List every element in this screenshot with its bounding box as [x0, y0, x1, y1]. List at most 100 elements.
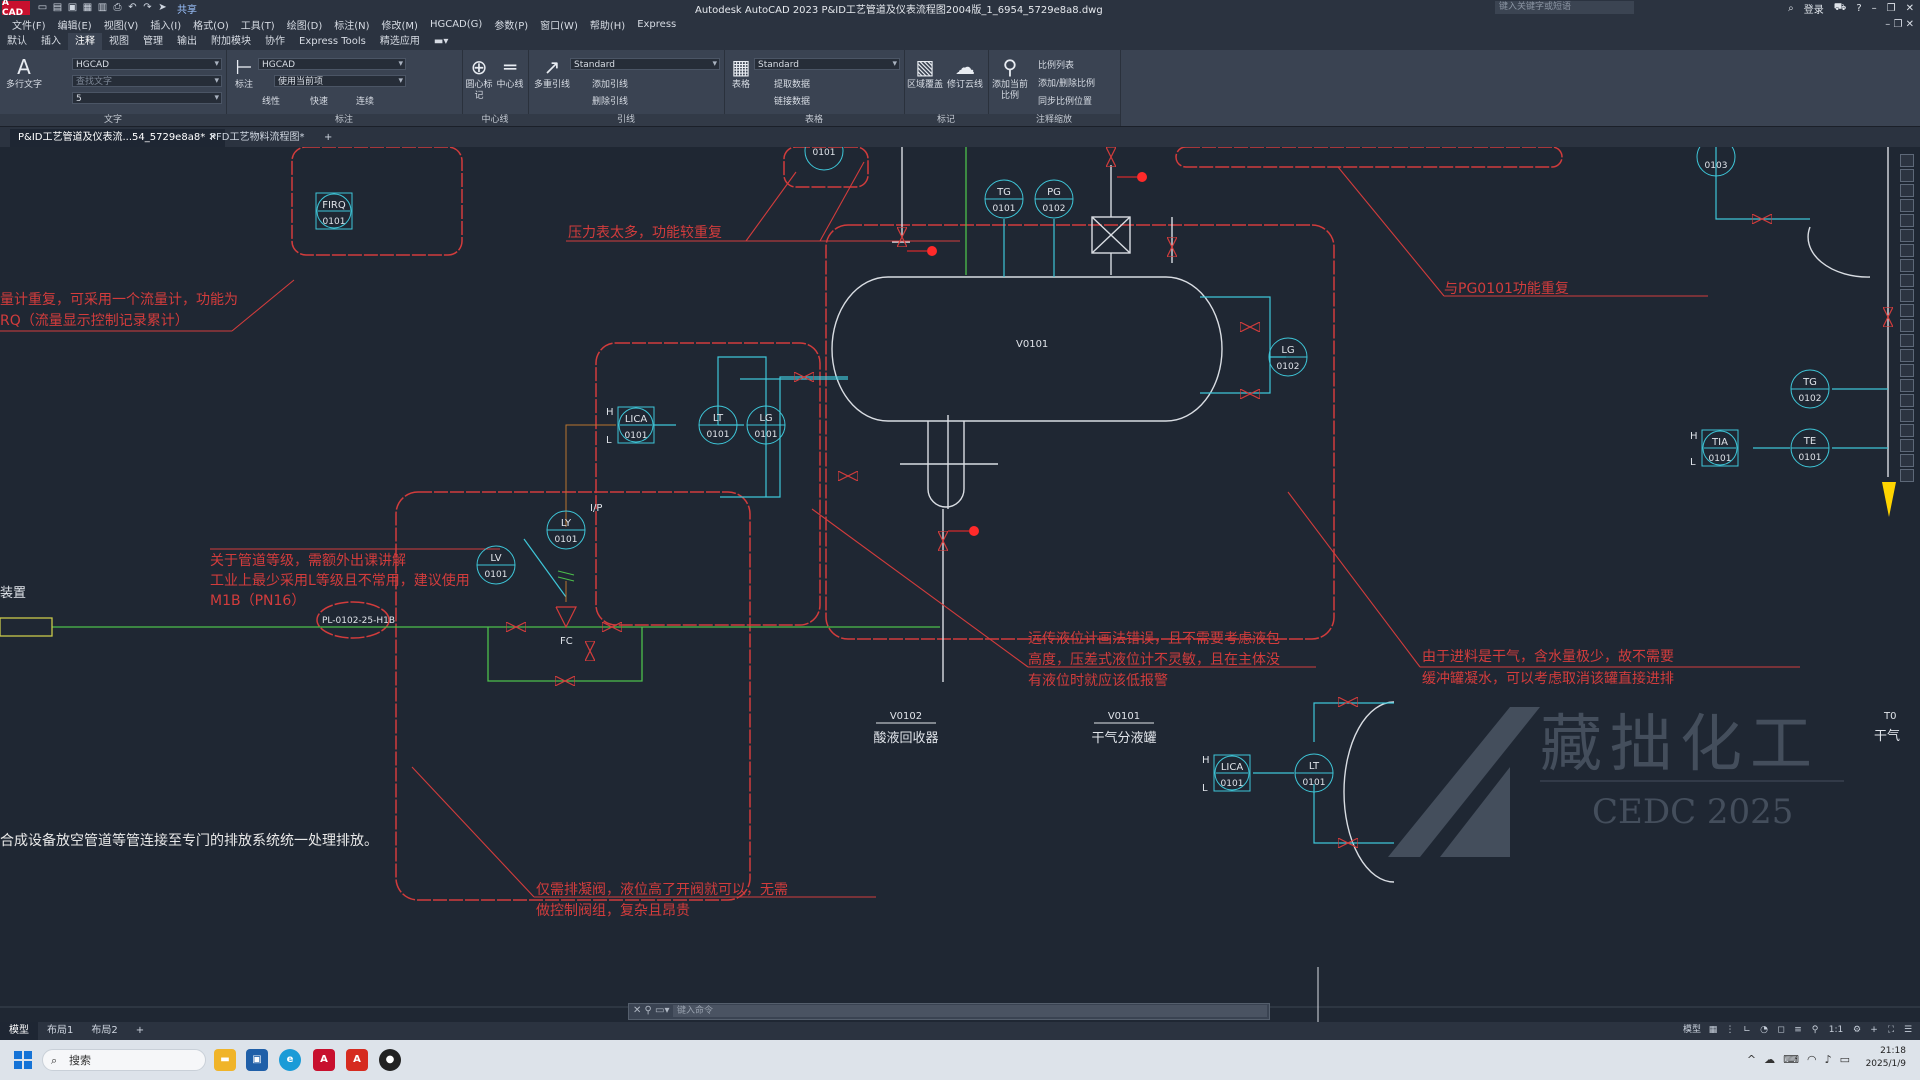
add-leader-button[interactable]: 添加引线: [592, 77, 628, 90]
center-mark-button[interactable]: ⊕ 圆心标记: [464, 56, 494, 102]
valve-3[interactable]: [1240, 322, 1260, 332]
cloud-icon[interactable]: ☁: [1764, 1053, 1775, 1066]
command-input[interactable]: 键入命令: [673, 1005, 1267, 1017]
tab-insert[interactable]: 插入: [34, 33, 68, 50]
nav-tool-icon[interactable]: [1900, 199, 1914, 212]
autocad-taskbar-icon[interactable]: A: [313, 1049, 335, 1071]
tab-output[interactable]: 输出: [170, 33, 204, 50]
chevron-up-icon[interactable]: ^: [1747, 1053, 1756, 1066]
saveas-icon[interactable]: ▦: [81, 2, 94, 14]
recorder-icon[interactable]: ●: [379, 1049, 401, 1071]
wifi-icon[interactable]: ◠: [1807, 1053, 1817, 1066]
volume-icon[interactable]: ♪: [1825, 1053, 1832, 1066]
edge-icon[interactable]: e: [279, 1049, 301, 1071]
add-delete-scale-button[interactable]: 添加/删除比例: [1038, 76, 1095, 89]
close-icon[interactable]: ✕: [1906, 3, 1914, 14]
nav-tool-icon[interactable]: [1900, 469, 1914, 482]
table-button[interactable]: ▦ 表格: [726, 56, 756, 91]
centerline-group-label[interactable]: 中心线: [462, 114, 528, 126]
nav-tool-icon[interactable]: [1900, 454, 1914, 467]
menu-view[interactable]: 视图(V): [104, 17, 139, 32]
link-data-button[interactable]: 链接数据: [774, 94, 810, 107]
valve-15[interactable]: [585, 641, 595, 661]
dimension-button[interactable]: ⊢ 标注: [230, 56, 258, 91]
instrument-lica-0101-b[interactable]: LICA 0101: [1213, 754, 1251, 792]
annotation-icon[interactable]: ⚲: [1809, 1025, 1821, 1036]
nav-tool-icon[interactable]: [1900, 214, 1914, 227]
tab-model[interactable]: 模型: [0, 1022, 38, 1040]
tab-featured-apps[interactable]: 精选应用: [373, 33, 427, 50]
text-height-select[interactable]: 5: [72, 92, 222, 104]
annotation-scale-group-label[interactable]: 注释缩放: [988, 114, 1120, 126]
restore-icon[interactable]: ❐: [1887, 3, 1896, 14]
linear-button[interactable]: 线性: [262, 94, 280, 107]
nav-tool-icon[interactable]: [1900, 274, 1914, 287]
menu-format[interactable]: 格式(O): [193, 17, 229, 32]
tab-layout-2[interactable]: 布局2: [82, 1022, 126, 1040]
help-search-input[interactable]: 键入关键字或短语: [1495, 1, 1634, 14]
open-icon[interactable]: ▤: [51, 2, 64, 14]
nav-tool-icon[interactable]: [1900, 424, 1914, 437]
instrument-tia-0101[interactable]: TIA 0101: [1701, 429, 1739, 467]
menu-window[interactable]: 窗口(W): [540, 17, 578, 32]
keyboard-icon[interactable]: ⌨: [1783, 1053, 1799, 1066]
nav-tool-icon[interactable]: [1900, 304, 1914, 317]
instrument-firq-0101[interactable]: FIRQ 0101: [315, 192, 353, 230]
command-line-buttons[interactable]: ✕ ⚲ ▭▾: [633, 1004, 670, 1018]
valve-2[interactable]: [838, 471, 858, 481]
instrument-lv-0101[interactable]: LV 0101: [476, 545, 516, 585]
battery-icon[interactable]: ▭: [1840, 1053, 1850, 1066]
menu-dimension[interactable]: 标注(N): [334, 17, 369, 32]
nav-tool-icon[interactable]: [1900, 289, 1914, 302]
leader-group-label[interactable]: 引线: [528, 114, 724, 126]
instrument-pg-0102[interactable]: PG 0102: [1034, 179, 1074, 219]
wipeout-button[interactable]: ▧ 区域覆盖: [906, 56, 944, 91]
valve-8[interactable]: [1338, 697, 1358, 707]
nav-tool-icon[interactable]: [1900, 229, 1914, 242]
cart-icon[interactable]: ⛟: [1834, 2, 1847, 15]
grid-icon[interactable]: ▦: [1707, 1025, 1719, 1036]
gear-icon[interactable]: ⚙: [1851, 1025, 1863, 1036]
valve-4[interactable]: [1240, 389, 1260, 399]
dim-layer-select[interactable]: 使用当前项: [274, 75, 406, 87]
menu-tools[interactable]: 工具(T): [241, 17, 275, 32]
quick-dim-button[interactable]: 快速: [310, 94, 328, 107]
doc-window-controls[interactable]: – ❐ ✕: [1885, 19, 1914, 30]
add-current-scale-button[interactable]: ⚲ 添加当前比例: [990, 56, 1030, 102]
tab-collaborate[interactable]: 协作: [258, 33, 292, 50]
minimize-icon[interactable]: –: [1872, 3, 1877, 14]
instrument-te-0101[interactable]: TE 0101: [1790, 428, 1830, 468]
osnap-icon[interactable]: ◻: [1775, 1025, 1787, 1036]
windows-start-icon[interactable]: [14, 1051, 32, 1069]
menu-edit[interactable]: 编辑(E): [58, 17, 92, 32]
menu-hgcad[interactable]: HGCAD(G): [430, 19, 482, 30]
text-style-select[interactable]: HGCAD: [72, 58, 222, 70]
nav-tool-icon[interactable]: [1900, 349, 1914, 362]
find-text-input[interactable]: 查找文字: [72, 75, 222, 87]
sync-scale-button[interactable]: 同步比例位置: [1038, 94, 1092, 107]
snap-icon[interactable]: ⋮: [1724, 1025, 1736, 1036]
scale-list-button[interactable]: 比例列表: [1038, 58, 1074, 71]
tab-express-tools[interactable]: Express Tools: [292, 33, 373, 50]
undo-icon[interactable]: ↶: [126, 2, 139, 14]
menu-modify[interactable]: 修改(M): [382, 17, 418, 32]
print-icon[interactable]: ⎙: [111, 2, 124, 14]
centerline-button[interactable]: ═ 中心线: [494, 56, 526, 91]
menu-file[interactable]: 文件(F): [12, 17, 46, 32]
menu-insert[interactable]: 插入(I): [150, 17, 181, 32]
nav-tool-icon[interactable]: [1900, 379, 1914, 392]
doc-tab-pid[interactable]: P&ID工艺管道及仪表流...54_5729e8a8* ✕: [10, 129, 225, 147]
save-icon[interactable]: ▣: [66, 2, 79, 14]
instrument-tg-0102[interactable]: TG 0102: [1790, 369, 1830, 409]
lineweight-icon[interactable]: ≡: [1792, 1025, 1804, 1036]
doc-tab-pfd[interactable]: PFD工艺物料流程图*: [202, 129, 312, 147]
plus-icon[interactable]: +: [1868, 1025, 1880, 1036]
clock[interactable]: 21:18 2025/1/9: [1866, 1045, 1906, 1071]
ortho-icon[interactable]: ∟: [1741, 1025, 1753, 1036]
share-icon[interactable]: ➤: [156, 2, 169, 14]
nav-tool-icon[interactable]: [1900, 409, 1914, 422]
tab-view[interactable]: 视图: [102, 33, 136, 50]
model-space-toggle[interactable]: 模型: [1682, 1025, 1702, 1036]
nav-tool-icon[interactable]: [1900, 439, 1914, 452]
dimension-group-label[interactable]: 标注: [226, 114, 462, 126]
